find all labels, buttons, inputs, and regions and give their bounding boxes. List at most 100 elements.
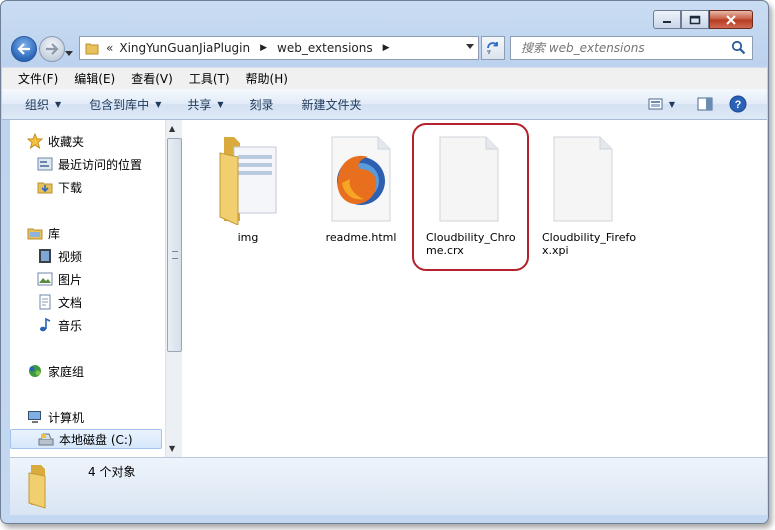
scroll-thumb[interactable] [167,138,182,352]
history-dropdown[interactable] [65,42,73,61]
nav-documents-label: 文档 [58,295,83,310]
back-arrow-icon [17,43,30,55]
nav-local-disk-label: 本地磁盘 (C:) [59,432,133,447]
search-box[interactable] [510,36,753,60]
overflow-chevron[interactable]: « [106,41,113,55]
firefox-html-icon [331,136,391,222]
file-name: readme.html [325,231,397,244]
nav-music[interactable]: 音乐 [36,315,82,335]
nav-computer[interactable]: 计算机 [26,407,84,427]
share-label: 共享 [187,97,212,112]
close-button[interactable] [709,10,753,29]
menu-help[interactable]: 帮助(H) [238,70,296,87]
svg-text:?: ? [735,99,742,111]
refresh-button[interactable] [481,36,505,60]
minimize-button[interactable] [653,10,681,29]
help-button[interactable]: ? [729,95,747,113]
search-icon[interactable] [731,40,746,55]
caption-buttons [653,10,753,29]
preview-pane-icon [697,97,713,111]
folder-icon [28,465,46,509]
maximize-button[interactable] [681,10,709,29]
breadcrumb-xingyun[interactable]: XingYunGuanJiaPlugin [119,41,250,55]
navigation-pane: 收藏夹 最近访问的位置 下载 库 视频 图片 文档 音乐 家庭组 计算机 本地磁… [10,120,165,457]
explorer-window: « XingYunGuanJiaPlugin ▶ web_extensions … [0,0,769,524]
menu-edit[interactable]: 编辑(E) [66,70,123,87]
nav-pictures[interactable]: 图片 [36,269,82,289]
menu-file[interactable]: 文件(F) [2,70,66,87]
menu-bar: 文件(F) 编辑(E) 查看(V) 工具(T) 帮助(H) [2,67,767,89]
address-dropdown-icon[interactable] [466,44,474,50]
music-icon [36,316,54,334]
nav-videos-label: 视频 [58,249,83,264]
nav-downloads[interactable]: 下载 [36,177,82,197]
address-bar[interactable]: « XingYunGuanJiaPlugin ▶ web_extensions … [79,36,479,60]
nav-local-disk[interactable]: 本地磁盘 (C:) [10,429,162,449]
libraries-icon [26,224,44,242]
help-icon: ? [729,95,747,113]
status-bar: 4 个对象 [10,457,767,515]
forward-button[interactable] [39,36,65,62]
nav-homegroup-label: 家庭组 [48,364,85,379]
nav-recent-places-label: 最近访问的位置 [58,157,143,172]
blank-file-icon [439,136,499,222]
scroll-up-icon[interactable]: ▲ [169,124,175,133]
nav-recent-places[interactable]: 最近访问的位置 [36,154,142,174]
chevron-down-icon [65,51,73,56]
nav-libraries-label: 库 [48,226,61,241]
organize-label: 组织 [25,97,50,112]
downloads-icon [36,178,54,196]
blank-file-icon [553,136,613,222]
preview-pane-button[interactable] [697,97,713,111]
scroll-down-icon[interactable]: ▼ [169,444,175,453]
breadcrumb-arrow-icon[interactable]: ▶ [383,43,390,53]
file-name: img [237,231,259,244]
nav-computer-label: 计算机 [48,410,85,425]
documents-icon [36,293,54,311]
include-in-library-button[interactable]: 包含到库中 ▼ [89,96,161,113]
nav-documents[interactable]: 文档 [36,292,82,312]
scroll-grip [172,251,178,259]
breadcrumb-arrow-icon[interactable]: ▶ [260,43,267,53]
hard-drive-icon [37,430,55,448]
file-item-readme[interactable]: readme.html [306,129,416,244]
homegroup-icon [26,362,44,380]
file-name: Cloudbility_Firefox.xpi [542,231,637,257]
nav-favorites[interactable]: 收藏夹 [26,131,84,151]
menu-view[interactable]: 查看(V) [123,70,181,87]
command-bar: 组织 ▼ 包含到库中 ▼ 共享 ▼ 刻录 新建文件夹 ▼ ? [2,89,767,120]
nav-favorites-label: 收藏夹 [48,134,85,149]
nav-music-label: 音乐 [58,318,83,333]
file-item-img[interactable]: img [193,129,303,244]
burn-button[interactable]: 刻录 [250,96,274,113]
file-name: Cloudbility_Chrome.crx [426,231,516,257]
breadcrumb-web-extensions[interactable]: web_extensions [277,41,373,55]
nav-pictures-label: 图片 [58,272,83,287]
forward-arrow-icon [46,43,59,55]
close-icon [726,14,736,25]
view-icon [648,98,663,110]
star-icon [26,132,44,150]
new-folder-button[interactable]: 新建文件夹 [302,96,362,113]
include-in-library-label: 包含到库中 [89,97,150,112]
file-item-chrome-crx[interactable]: Cloudbility_Chrome.crx [414,129,524,257]
recent-places-icon [36,155,54,173]
navigation-scrollbar[interactable]: ▲ ▼ [165,120,182,457]
nav-libraries[interactable]: 库 [26,223,60,243]
burn-label: 刻录 [249,97,274,112]
computer-icon [26,408,44,426]
back-button[interactable] [11,36,37,62]
videos-icon [36,247,54,265]
share-button[interactable]: 共享 ▼ [187,96,223,113]
change-view-button[interactable]: ▼ [648,97,675,111]
search-input[interactable] [519,40,728,56]
organize-button[interactable]: 组织 ▼ [25,96,61,113]
folder-icon [85,43,99,55]
nav-homegroup[interactable]: 家庭组 [26,361,84,381]
refresh-icon [487,42,498,55]
item-count: 4 个对象 [88,465,136,479]
nav-downloads-label: 下载 [58,180,83,195]
file-item-firefox-xpi[interactable]: Cloudbility_Firefox.xpi [528,129,638,257]
menu-tools[interactable]: 工具(T) [181,70,238,87]
nav-videos[interactable]: 视频 [36,246,82,266]
